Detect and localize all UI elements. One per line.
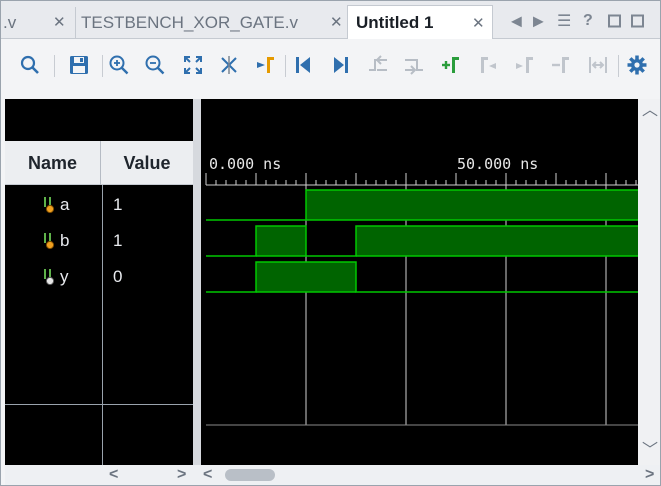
waveform-viewer: Name Value a 1 b 1 y 0 0.000 ns 50.000 n… <box>5 99 660 485</box>
save-icon[interactable] <box>68 54 90 76</box>
horizontal-scrollbar[interactable]: < > < > <box>5 465 660 485</box>
time-label-50ns: 50.000 ns <box>457 155 539 173</box>
wave-b <box>206 225 638 257</box>
tab-testbench-xor-gate[interactable]: TESTBENCH_XOR_GATE.v ✕ <box>75 7 347 39</box>
wave-scroll-left-icon[interactable]: < <box>203 467 212 483</box>
go-to-start-icon[interactable] <box>292 54 314 76</box>
next-marker-icon[interactable] <box>513 54 535 76</box>
tab-left-icon[interactable]: ◀ <box>511 13 522 30</box>
signal-icon <box>44 269 55 286</box>
signal-icon <box>44 197 55 214</box>
signal-name: y <box>60 267 69 286</box>
scroll-thumb[interactable] <box>225 469 275 481</box>
waveform-window: .v ✕ TESTBENCH_XOR_GATE.v ✕ Untitled 1 ✕… <box>0 0 661 486</box>
close-tab-icon[interactable]: ✕ <box>472 14 485 32</box>
column-header: Name Value <box>5 141 193 185</box>
names-scroll-right-icon[interactable]: > <box>177 467 186 483</box>
delete-marker-icon[interactable] <box>550 54 572 76</box>
wave-scroll-right-icon[interactable]: > <box>645 467 654 483</box>
close-tab-icon[interactable]: ✕ <box>53 13 66 31</box>
time-label-start: 0.000 ns <box>209 155 282 173</box>
tab-label: TESTBENCH_XOR_GATE.v <box>81 13 298 32</box>
tab-label: Untitled 1 <box>356 13 434 32</box>
waveform-plot[interactable]: 0.000 ns 50.000 ns <box>201 99 638 465</box>
signal-value: 1 <box>113 231 123 250</box>
tab-v-file[interactable]: .v ✕ <box>3 7 75 39</box>
signal-row-b[interactable]: b 1 <box>5 223 193 259</box>
tab-untitled-1[interactable]: Untitled 1 ✕ <box>347 5 493 40</box>
value-column-header[interactable]: Value <box>101 141 193 185</box>
vertical-scrollbar[interactable]: ︿ ﹀ <box>638 99 660 465</box>
search-icon[interactable] <box>19 54 41 76</box>
name-column-header[interactable]: Name <box>5 141 101 185</box>
signal-list-panel: Name Value a 1 b 1 y 0 <box>5 99 193 465</box>
signal-row-a[interactable]: a 1 <box>5 187 193 223</box>
tab-right-icon[interactable]: ▶ <box>533 13 544 30</box>
signal-value: 1 <box>113 195 123 214</box>
scroll-up-icon[interactable]: ︿ <box>642 103 658 119</box>
previous-transition-icon[interactable] <box>367 54 389 76</box>
signal-name: b <box>60 231 70 250</box>
cursor-icon[interactable] <box>218 54 240 76</box>
previous-marker-icon[interactable] <box>476 54 498 76</box>
waveform-canvas <box>205 173 638 426</box>
tab-bar: .v ✕ TESTBENCH_XOR_GATE.v ✕ Untitled 1 ✕… <box>1 1 660 40</box>
tab-list-icon[interactable]: ☰ <box>557 11 571 31</box>
wave-y <box>206 261 638 293</box>
restore-icon[interactable] <box>608 14 621 28</box>
scroll-down-icon[interactable]: ﹀ <box>642 443 658 459</box>
names-scroll-left-icon[interactable]: < <box>109 467 118 483</box>
signal-icon <box>44 233 55 250</box>
close-tab-icon[interactable]: ✕ <box>330 13 343 31</box>
help-icon[interactable]: ? <box>583 12 593 30</box>
go-to-end-icon[interactable] <box>330 54 352 76</box>
tab-label: .v <box>3 13 17 32</box>
next-transition-icon[interactable] <box>403 54 425 76</box>
zoom-out-icon[interactable] <box>144 54 166 76</box>
panel-splitter[interactable] <box>193 99 201 485</box>
add-marker-icon[interactable] <box>440 54 462 76</box>
signal-row-y[interactable]: y 0 <box>5 259 193 295</box>
close-window-icon[interactable] <box>631 14 644 28</box>
go-to-cursor-icon[interactable] <box>254 54 276 76</box>
signal-value: 0 <box>113 267 123 286</box>
swap-cursors-icon[interactable] <box>587 54 609 76</box>
signal-name: a <box>60 195 70 214</box>
toolbar <box>1 39 660 99</box>
wave-a <box>206 189 638 221</box>
settings-icon[interactable] <box>626 54 648 76</box>
zoom-in-icon[interactable] <box>108 54 130 76</box>
zoom-fit-icon[interactable] <box>182 54 204 76</box>
